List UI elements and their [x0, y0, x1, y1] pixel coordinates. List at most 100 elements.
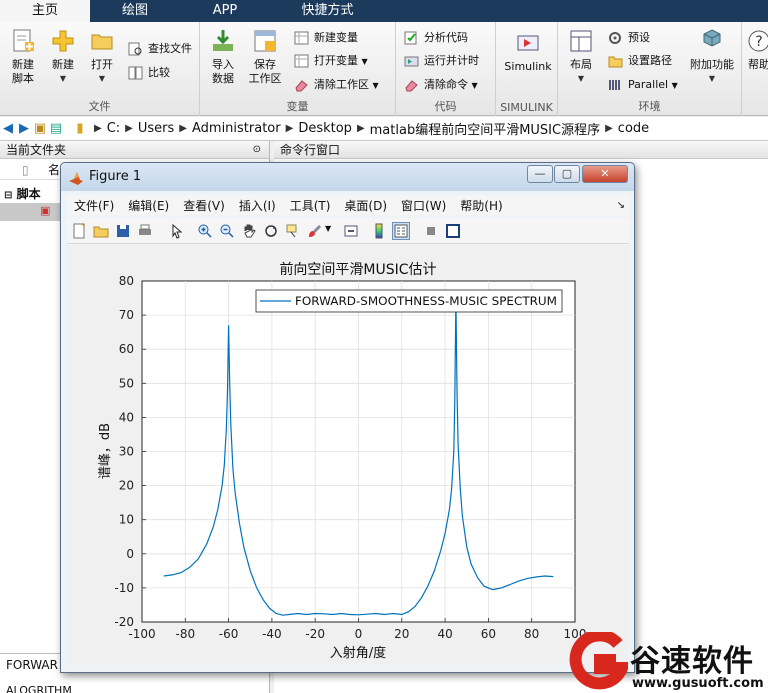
y-tick-label: 50: [119, 376, 134, 390]
find-files-button[interactable]: 查找文件: [128, 39, 192, 59]
tab-shortcuts[interactable]: 快捷方式: [270, 0, 385, 22]
chevron-down-icon[interactable]: ▼: [325, 224, 331, 233]
spectrum-chart[interactable]: -100 -80 -60 -40 -20 0 20 40 60 80 100 -20-1001020…: [67, 245, 629, 665]
open-variable-label: 打开变量: [314, 54, 358, 67]
new-figure-icon[interactable]: [71, 223, 87, 239]
hide-plot-tools-icon[interactable]: [423, 223, 439, 239]
up-folder-icon[interactable]: ▣: [32, 121, 48, 136]
list-item[interactable]: ALOGRITHM: [0, 684, 269, 693]
run-and-time-button[interactable]: 运行并计时: [404, 51, 479, 71]
breadcrumb-separator: ▶: [605, 123, 613, 134]
eraser-icon: [295, 80, 308, 92]
x-tick-label: 20: [394, 627, 409, 641]
file-group: 新建 脚本 新建 ▼ 打开 ▼ 查找文件 比较 文件: [0, 22, 200, 116]
figure-titlebar[interactable]: Figure 1 — ▢ ✕: [61, 163, 634, 191]
open-file-icon[interactable]: [93, 223, 109, 239]
tab-apps[interactable]: APP: [180, 0, 270, 22]
code-group-label: 代码: [434, 100, 457, 113]
add-ons-button[interactable]: 附加功能 ▼: [686, 28, 738, 86]
new-variable-icon: [294, 31, 309, 45]
save-icon[interactable]: [115, 223, 131, 239]
ribbon-tab-bar: 主页 绘图 APP 快捷方式: [0, 0, 768, 22]
clear-commands-button[interactable]: 清除命令 ▼: [404, 75, 478, 95]
pane-menu-icon[interactable]: ⊙: [253, 141, 261, 159]
menu-view[interactable]: 查看(V): [176, 197, 232, 214]
show-plot-tools-icon[interactable]: [445, 223, 461, 239]
name-column-label: 名: [48, 163, 61, 177]
forward-arrow-icon[interactable]: ▶: [16, 121, 32, 136]
menu-desktop[interactable]: 桌面(D): [337, 197, 394, 214]
back-arrow-icon[interactable]: ◀: [0, 121, 16, 136]
environment-group-label: 环境: [638, 100, 661, 113]
maximize-button[interactable]: ▢: [554, 165, 580, 183]
rotate-3d-icon[interactable]: [263, 223, 279, 239]
save-workspace-button[interactable]: 保存 工作区: [242, 28, 288, 86]
browse-folder-icon[interactable]: ▤: [48, 121, 64, 136]
layout-button[interactable]: 布局 ▼: [558, 28, 604, 86]
menu-file[interactable]: 文件(F): [67, 197, 121, 214]
simulink-button[interactable]: Simulink: [502, 30, 554, 74]
simulink-icon: [517, 35, 539, 51]
brush-icon[interactable]: [307, 223, 323, 239]
minimize-button[interactable]: —: [527, 165, 553, 183]
link-plot-icon[interactable]: [343, 223, 359, 239]
import-data-button[interactable]: 导入 数据: [200, 28, 246, 86]
analyze-code-button[interactable]: 分析代码: [404, 28, 468, 48]
collapse-icon[interactable]: ⊟: [4, 190, 12, 201]
save-workspace-label: 保存 工作区: [248, 58, 282, 85]
simulink-label: Simulink: [504, 60, 552, 73]
help-button[interactable]: ? 帮助: [744, 28, 768, 72]
close-button[interactable]: ✕: [582, 165, 628, 183]
chevron-down-icon: ▼: [98, 74, 106, 83]
parallel-button[interactable]: Parallel ▼: [608, 75, 678, 95]
menu-help[interactable]: 帮助(H): [453, 197, 509, 214]
menu-insert[interactable]: 插入(I): [232, 197, 283, 214]
dock-arrow-icon[interactable]: ↘: [617, 200, 625, 211]
menu-edit[interactable]: 编辑(E): [121, 197, 176, 214]
breadcrumb-item[interactable]: Users: [133, 121, 179, 136]
pointer-icon[interactable]: [169, 223, 185, 239]
open-variable-icon: [294, 54, 309, 68]
tab-home[interactable]: 主页: [0, 0, 90, 22]
zoom-in-icon[interactable]: [197, 223, 213, 239]
colorbar-icon[interactable]: [371, 223, 387, 239]
y-tick-label: 20: [119, 479, 134, 493]
breadcrumb-item[interactable]: C:: [102, 121, 125, 136]
x-tick-label: 40: [437, 627, 452, 641]
open-variable-button[interactable]: 打开变量 ▼: [294, 51, 368, 71]
folder-node[interactable]: ⊟ 脚本: [4, 185, 41, 202]
open-button[interactable]: 打开 ▼: [79, 28, 125, 86]
legend-icon[interactable]: [392, 222, 410, 240]
new-variable-label: 新建变量: [314, 31, 358, 44]
breadcrumb-item[interactable]: code: [613, 121, 654, 136]
import-data-icon: [213, 30, 233, 51]
plot-area[interactable]: -100 -80 -60 -40 -20 0 20 40 60 80 100 -20 -10 0 10 20…: [67, 245, 629, 665]
breadcrumb-item[interactable]: Desktop: [293, 121, 357, 136]
clear-workspace-button[interactable]: 清除工作区 ▼: [294, 75, 379, 95]
zoom-out-icon[interactable]: [219, 223, 235, 239]
watermark-logo: 谷速软件 www.gusuoft.com: [566, 632, 768, 693]
set-path-label: 设置路径: [628, 54, 672, 67]
set-path-button[interactable]: 设置路径: [608, 51, 672, 71]
current-folder-title: 当前文件夹: [6, 143, 67, 157]
menu-window[interactable]: 窗口(W): [394, 197, 453, 214]
new-variable-button[interactable]: 新建变量: [294, 28, 358, 48]
preferences-button[interactable]: 预设: [608, 28, 650, 48]
menu-tools[interactable]: 工具(T): [283, 197, 338, 214]
tab-plots[interactable]: 绘图: [90, 0, 180, 22]
breadcrumb-item[interactable]: matlab编程前向空间平滑MUSIC源程序: [365, 119, 605, 138]
compare-button[interactable]: 比较: [128, 63, 170, 83]
breadcrumb-item[interactable]: Administrator: [187, 121, 286, 136]
help-icon: ?: [748, 30, 768, 52]
open-label: 打开: [91, 58, 113, 71]
variable-group: 导入 数据 保存 工作区 新建变量 打开变量 ▼ 清除工作区 ▼ 变量: [200, 22, 396, 116]
print-icon[interactable]: [137, 223, 153, 239]
watermark-g-icon: [569, 632, 628, 690]
pan-hand-icon[interactable]: [241, 223, 257, 239]
legend-entry: FORWARD-SMOOTHNESS-MUSIC SPECTRUM: [295, 294, 557, 308]
legend[interactable]: FORWARD-SMOOTHNESS-MUSIC SPECTRUM: [255, 289, 563, 313]
chevron-down-icon: ▼: [577, 74, 585, 83]
preferences-label: 预设: [628, 31, 650, 44]
data-cursor-icon[interactable]: [285, 223, 301, 239]
figure-window: Figure 1 — ▢ ✕ 文件(F) 编辑(E) 查看(V) 插入(I) 工…: [60, 162, 635, 673]
